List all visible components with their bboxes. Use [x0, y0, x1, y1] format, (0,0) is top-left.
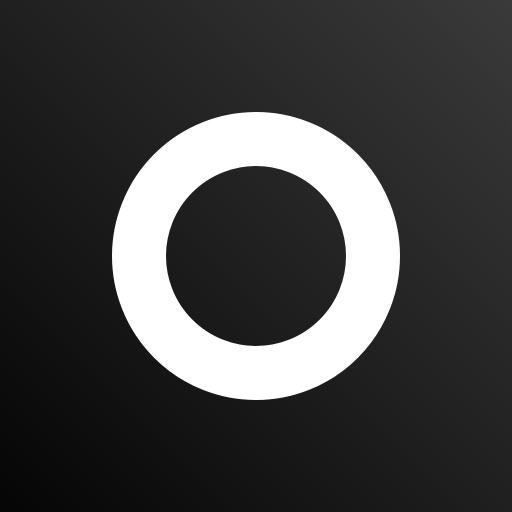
ring-icon	[112, 112, 400, 400]
app-icon	[0, 0, 512, 512]
